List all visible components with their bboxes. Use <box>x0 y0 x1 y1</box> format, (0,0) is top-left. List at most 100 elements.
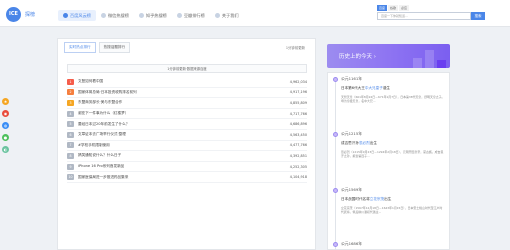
timeline-dot <box>333 242 338 247</box>
search-tab-baidu[interactable]: 百度 <box>377 5 388 11</box>
search-input[interactable]: 百度一下你就知道... <box>377 12 471 20</box>
heat-value: 4,855,809 <box>289 100 307 105</box>
rank-badge: 10 <box>67 174 74 181</box>
heat-value: 4,252,305 <box>289 164 307 169</box>
list-item[interactable]: 7 #学校手机限制使用 4,477,766 <box>67 141 307 152</box>
timeline-dot <box>333 77 338 82</box>
search-button[interactable]: 搜索 <box>471 12 485 20</box>
douban-icon <box>176 13 182 18</box>
banner-decoration <box>437 60 446 68</box>
rank-badge: 3 <box>67 99 74 106</box>
list-item[interactable]: 9 iPhone 16 Pro系列首发新品 4,252,305 <box>67 162 307 173</box>
rank-badge: 5 <box>67 121 74 128</box>
weibo-icon[interactable]: ◉ <box>2 110 9 117</box>
item-title[interactable]: 要经日本过20年前发生了什么？ <box>78 122 267 127</box>
search-tab-bing[interactable]: 必应 <box>399 5 410 11</box>
tab-realtime[interactable]: 实时热点排行 <box>64 42 96 53</box>
nav-label: 关于我们 <box>221 12 239 18</box>
list-item[interactable]: 5 要经日本过20年前发生了什么？ 4,686,896 <box>67 119 307 130</box>
item-title[interactable]: #学校手机限制使用 <box>78 143 267 148</box>
entry-title[interactable]: 日本第6代大王中大兄皇子诞生 <box>341 86 390 91</box>
heat-value: 4,563,450 <box>289 132 307 137</box>
entry-summary: 忽必烈（1215年9月23日－1294年2月18日），元朝开国皇帝，蒙古族。成吉… <box>341 150 444 159</box>
zhihu-icon <box>138 13 144 18</box>
info-icon <box>214 13 220 18</box>
list-item[interactable]: 1 文登如何看中国 4,962,034 <box>67 77 307 88</box>
heat-value: 4,104,918 <box>289 175 307 180</box>
entry-year: 公元1686年 <box>341 241 363 246</box>
rank-badge: 4 <box>67 110 74 117</box>
rank-badge: 8 <box>67 152 74 159</box>
rank-badge: 1 <box>67 78 74 85</box>
heat-value: 4,477,766 <box>289 143 307 148</box>
update-time: 1分钟前更新 <box>285 46 305 50</box>
timeline-dot <box>333 188 338 193</box>
heat-value: 4,686,896 <box>289 122 307 127</box>
heat-value: 4,392,851 <box>289 153 307 158</box>
banner-decoration <box>425 50 434 68</box>
star-icon[interactable]: ★ <box>2 98 9 105</box>
nav-item-douban[interactable]: 豆瓣排行榜 <box>172 10 210 21</box>
nav-label: 知乎热搜榜 <box>145 12 167 18</box>
ranking-card: 实时热点排行 热搜话题排行 1分钟前更新 1分钟前更新·数据来源百度 1 文登如何… <box>57 38 316 250</box>
nav-item-about[interactable]: 关于我们 <box>210 10 244 21</box>
item-title[interactable]: 谢亚下一件事为什么（红楼梦） <box>78 111 267 116</box>
item-title[interactable]: 国家医保局进一步推进药品集采 <box>78 175 267 180</box>
item-title[interactable]: 文章证本去广场举行仪式·整理 <box>78 132 267 137</box>
entry-summary: 天智天皇（661年8月24日－671年1月7日），日本第38代天皇，舒明天皇之子… <box>341 95 445 104</box>
history-banner-title: 历史上的今天 › <box>339 54 376 60</box>
history-timeline: 公元1161年 日本第6代大王中大兄皇子诞生 天智天皇（661年8月24日－67… <box>327 72 450 250</box>
main-nav: 百度风云榜 微信热搜榜 知乎热搜榜 豆瓣排行榜 关于我们 <box>58 10 244 21</box>
item-title[interactable]: iPhone 16 Pro系列首发新品 <box>78 164 267 169</box>
source-info: 1分钟前更新·数据来源百度 <box>67 64 307 73</box>
entry-year: 公元1215年 <box>341 131 363 136</box>
ranking-tabs: 实时热点排行 热搜话题排行 <box>58 42 131 53</box>
nav-label: 微信热搜榜 <box>107 12 129 18</box>
search-engine-tabs: 百度 谷歌 必应 <box>377 5 410 11</box>
nav-item-wechat[interactable]: 微信热搜榜 <box>96 10 134 21</box>
heat-value: 4,717,766 <box>289 111 307 116</box>
app-title: 探榜 <box>25 12 36 18</box>
rank-badge: 6 <box>67 131 74 138</box>
rank-badge: 7 <box>67 142 74 149</box>
wechat-icon[interactable]: ● <box>2 134 9 141</box>
tab-topics[interactable]: 热搜话题排行 <box>98 42 131 53</box>
nav-item-baidu[interactable]: 百度风云榜 <box>58 10 96 21</box>
entry-summary: 立花宗茂（1567年12月18日－1643年1月15日），日本安土桃山时代至江户… <box>341 206 443 215</box>
entry-year: 公元1161年 <box>341 76 363 81</box>
share-icon[interactable]: ◐ <box>2 146 9 153</box>
item-title[interactable]: 文登如何看中国 <box>78 79 267 84</box>
item-title[interactable]: 搞笑通知说什么？什么日子 <box>78 153 267 158</box>
list-item[interactable]: 8 搞笑通知说什么？什么日子 4,392,851 <box>67 151 307 162</box>
nav-label: 豆瓣排行榜 <box>183 12 205 18</box>
chevron-right-icon: › <box>373 54 376 60</box>
nav-item-zhihu[interactable]: 知乎热搜榜 <box>134 10 172 21</box>
list-item[interactable]: 10 国家医保局进一步推进药品集采 4,104,918 <box>67 172 307 183</box>
history-banner[interactable]: 历史上的今天 › <box>327 44 450 68</box>
entry-year: 公元1569年 <box>341 187 363 192</box>
timeline-dot <box>333 132 338 137</box>
entry-title[interactable]: 成吉思汗孙忽必烈出生 <box>341 141 377 146</box>
list-item[interactable]: 6 文章证本去广场举行仪式·整理 4,563,450 <box>67 130 307 141</box>
top-bar: ICE 探榜 百度风云榜 微信热搜榜 知乎热搜榜 豆瓣排行榜 关于我们 百度 谷… <box>0 0 510 27</box>
rank-badge: 2 <box>67 89 74 96</box>
list-item[interactable]: 3 东盟商务部长·美与东盟合作 4,855,809 <box>67 98 307 109</box>
side-share-bar: ★ ◉ ◍ ● ◐ <box>2 98 9 153</box>
list-item[interactable]: 4 谢亚下一件事为什么（红楼梦） 4,717,766 <box>67 109 307 120</box>
banner-decoration <box>413 58 422 68</box>
rank-badge: 9 <box>67 163 74 170</box>
timeline-line <box>335 77 336 250</box>
heat-value: 4,962,034 <box>289 79 307 84</box>
baidu-icon <box>63 13 68 18</box>
logo[interactable]: ICE <box>6 7 21 22</box>
item-title[interactable]: 国家体育总局·日本投资收购排名前列 <box>78 90 267 95</box>
qq-icon[interactable]: ◍ <box>2 122 9 129</box>
entry-title[interactable]: 日本战国时代名将立花宗茂出生 <box>341 197 391 202</box>
wechat-icon <box>100 13 106 18</box>
heat-value: 4,917,196 <box>289 90 307 95</box>
item-title[interactable]: 东盟商务部长·美与东盟合作 <box>78 100 267 105</box>
nav-label: 百度风云榜 <box>70 12 91 18</box>
ranking-list: 1 文登如何看中国 4,962,034 2 国家体育总局·日本投资收购排名前列 4,91… <box>67 77 307 183</box>
list-item[interactable]: 2 国家体育总局·日本投资收购排名前列 4,917,196 <box>67 88 307 99</box>
search-tab-google[interactable]: 谷歌 <box>388 5 399 11</box>
